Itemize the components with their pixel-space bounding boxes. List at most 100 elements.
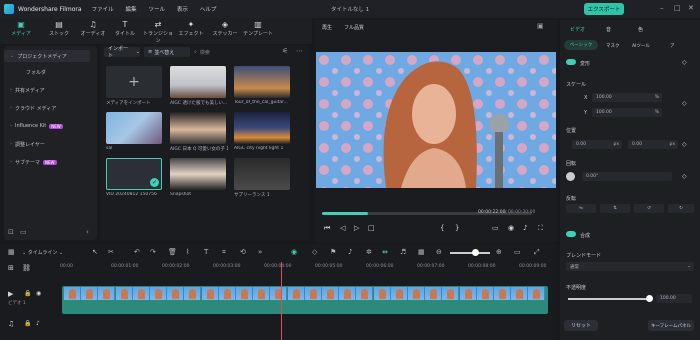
camera-icon[interactable]: ◉	[508, 224, 514, 232]
tab-media[interactable]: ▣ メディア	[6, 20, 36, 37]
volume-icon[interactable]: ♪	[523, 224, 527, 232]
import-dropdown[interactable]: インポート ⌄	[104, 46, 140, 59]
playhead[interactable]	[280, 262, 282, 340]
collapse-icon[interactable]: ‹	[86, 228, 89, 236]
reset-section-icon[interactable]: ◇	[682, 59, 687, 66]
reset-button[interactable]: リセット	[564, 320, 598, 331]
minimize-icon[interactable]: –	[660, 4, 664, 12]
sidebar-item-influence-kit[interactable]: › Influence Kit NEW	[4, 120, 90, 132]
tab-audio-props[interactable]: 音	[606, 26, 611, 33]
folder-icon[interactable]: ▭	[20, 228, 27, 236]
flip-horizontal-button[interactable]: ⇋	[566, 204, 596, 213]
lock-icon[interactable]: 🔒	[24, 320, 31, 327]
fit-icon[interactable]: ▭	[514, 248, 521, 256]
play-icon[interactable]: ▷	[354, 224, 359, 232]
shield-icon[interactable]: ◇	[312, 248, 317, 256]
lock-icon[interactable]: 🔒	[24, 290, 31, 297]
layout-icon[interactable]: ▦	[8, 248, 15, 256]
media-thumbnail[interactable]	[234, 112, 290, 144]
media-thumbnail[interactable]	[170, 158, 226, 190]
snap-icon[interactable]: ◉	[291, 248, 297, 256]
filter-options-icon[interactable]: ⚟	[282, 47, 288, 55]
media-thumbnail[interactable]	[170, 66, 226, 98]
mark-in-icon[interactable]: {	[440, 224, 444, 232]
rotate-left-button[interactable]: ↺	[634, 204, 664, 213]
zoom-in-icon[interactable]: ⊕	[496, 248, 502, 256]
search-input[interactable]: ⌕ 検索	[194, 47, 274, 57]
fullscreen-icon[interactable]: ⛶	[538, 224, 543, 233]
media-thumbnail[interactable]	[234, 66, 290, 98]
scale-x-input[interactable]: 100.00%	[592, 93, 662, 102]
sidebar-item-adjustment-layer[interactable]: › 調整レイヤー	[4, 138, 90, 150]
blend-mode-select[interactable]: 通常 ⌄	[566, 262, 694, 271]
import-media-tile[interactable]: +	[106, 66, 162, 98]
subtab-ai-tools[interactable]: AIツール	[632, 43, 650, 49]
subtab-basic[interactable]: ベーシック	[564, 40, 598, 50]
prev-frame-icon[interactable]: ⏮	[324, 224, 330, 233]
sidebar-item-cloud-media[interactable]: › クラウド メディア	[4, 102, 90, 114]
keyframe-icon[interactable]: ◇	[682, 173, 687, 180]
redo-icon[interactable]: ↷	[150, 248, 156, 256]
marker-icon[interactable]: ⚑	[330, 248, 336, 256]
opacity-slider-handle[interactable]	[646, 295, 653, 302]
select-tool-icon[interactable]: ↖	[92, 248, 98, 256]
media-thumbnail[interactable]	[106, 112, 162, 144]
keyframe-icon[interactable]: ◇	[682, 141, 687, 148]
keyframe-icon[interactable]: ◇	[682, 100, 687, 107]
rotate-input[interactable]: 0.00°	[582, 172, 672, 181]
scale-y-input[interactable]: 100.00%	[592, 108, 662, 117]
tab-effect[interactable]: ✦ エフェクト	[176, 20, 206, 37]
tab-sticker[interactable]: ◈ ステッカー	[210, 20, 240, 37]
sidebar-item-folder[interactable]: フォルダ	[4, 66, 90, 78]
subtab-more[interactable]: ア	[670, 43, 675, 49]
mic-icon[interactable]: ♪	[348, 248, 352, 256]
sort-dropdown[interactable]: ≡ 並べ替え	[144, 47, 190, 57]
media-thumbnail[interactable]	[170, 112, 226, 144]
quality-dropdown[interactable]: フル品質	[344, 24, 364, 31]
expand-icon[interactable]: ⤢	[534, 248, 540, 257]
sidebar-item-shared-media[interactable]: › 共有メディア	[4, 84, 90, 96]
speed-icon[interactable]: ⟲	[240, 248, 246, 256]
tab-title[interactable]: T タイトル	[110, 20, 140, 37]
close-icon[interactable]: ✕	[688, 4, 694, 12]
composite-toggle[interactable]	[566, 231, 576, 237]
opacity-input[interactable]: 100.00	[656, 294, 692, 303]
grid-icon[interactable]: ▦	[418, 248, 425, 256]
sidebar-item-subtheme[interactable]: › サブテーマ NEW	[4, 156, 90, 168]
stop-icon[interactable]: □	[368, 224, 375, 232]
timeline-selector[interactable]: ⌄ タイムライン ⌄	[22, 249, 63, 256]
mark-out-icon[interactable]: }	[455, 224, 459, 232]
ai-icon[interactable]: ✲	[366, 248, 372, 256]
zoom-slider-handle[interactable]	[472, 249, 479, 256]
keyframe-panel-button[interactable]: キーフレームパネル	[648, 320, 694, 331]
tab-transition[interactable]: ⇄ トランジション	[143, 20, 173, 44]
undo-icon[interactable]: ↶	[134, 248, 140, 256]
subtab-mask[interactable]: マスク	[606, 43, 620, 49]
maximize-icon[interactable]: □	[674, 4, 681, 12]
more-icon[interactable]: ⋯	[296, 47, 303, 55]
display-icon[interactable]: ▭	[492, 224, 499, 232]
sidebar-item-project-media[interactable]: ⌄ プロジェクトメディア	[4, 50, 90, 62]
crop-icon[interactable]: ⌗	[222, 248, 226, 257]
delete-icon[interactable]: 🗑	[168, 248, 177, 256]
opacity-slider[interactable]	[568, 298, 648, 300]
tab-color[interactable]: 色	[638, 26, 643, 33]
more-tools-icon[interactable]: »	[258, 248, 262, 256]
razor-tool-icon[interactable]: ✂	[108, 248, 114, 256]
zoom-slider[interactable]	[450, 252, 490, 254]
rotate-dial[interactable]	[566, 172, 575, 181]
tab-video[interactable]: ビデオ	[570, 26, 585, 33]
media-thumbnail-selected[interactable]: ✓	[106, 158, 162, 190]
rotate-right-button[interactable]: ↻	[668, 204, 694, 213]
render-icon[interactable]: ⇹	[382, 248, 388, 256]
new-folder-icon[interactable]: ⊡	[8, 228, 14, 236]
position-x-input[interactable]: 0.00 px	[572, 140, 622, 149]
audio-mix-icon[interactable]: ♬	[400, 248, 406, 256]
link-icon[interactable]: ⛓	[22, 264, 31, 272]
media-thumbnail[interactable]	[234, 158, 290, 190]
split-icon[interactable]: ⌇	[186, 248, 189, 256]
position-y-input[interactable]: 0.00 px	[628, 140, 678, 149]
tab-template[interactable]: ▥ テンプレート	[243, 20, 273, 37]
snapshot-icon[interactable]: ▣	[537, 22, 544, 30]
tab-stock[interactable]: ▤ ストック	[44, 20, 74, 37]
